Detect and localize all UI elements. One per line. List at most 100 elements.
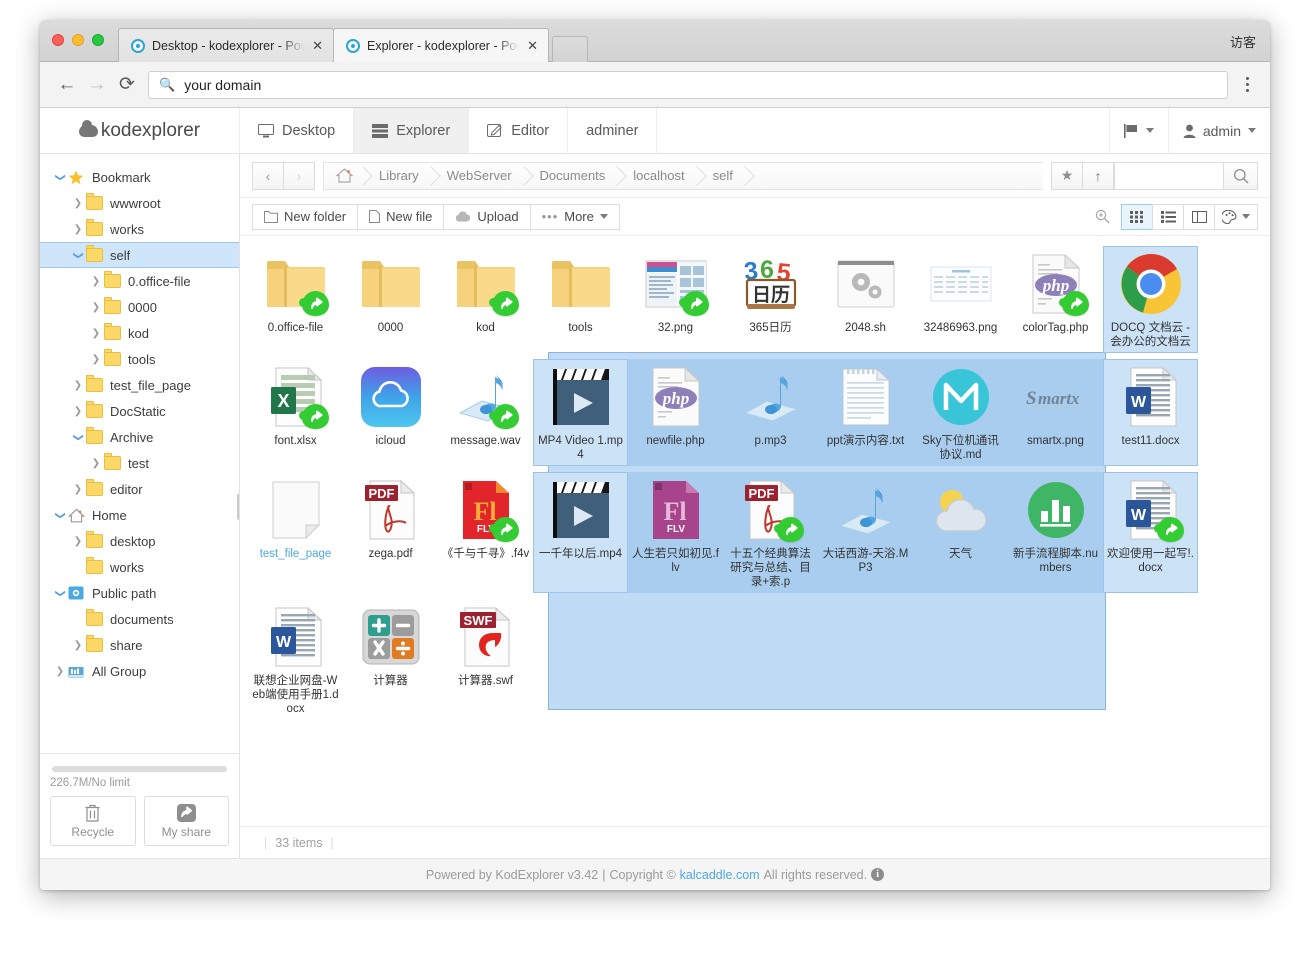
chevron-right-icon[interactable]: ❯ [70,484,86,495]
list-view-button[interactable] [1152,204,1184,230]
breadcrumb-home[interactable] [324,163,363,189]
chevron-down-icon[interactable]: ❯ [55,169,66,185]
file-item[interactable]: Sky下位机通讯协议.md [913,359,1008,466]
file-item[interactable]: p.mp3 [723,359,818,466]
browser-tab-explorer[interactable]: Explorer - kodexplorer - Power ✕ [333,28,549,62]
file-item[interactable]: PDFzega.pdf [343,472,438,593]
sidebar-tree-item-0000[interactable]: ❯0000 [40,294,239,320]
sidebar-tree-item-works[interactable]: ❯works [40,216,239,242]
upload-button[interactable]: Upload [443,204,530,230]
search-input[interactable] [1114,162,1224,190]
new-folder-button[interactable]: New folder [252,204,358,230]
footer-link[interactable]: kalcaddle.com [680,868,760,882]
file-item[interactable]: PDF十五个经典算法研究与总结、目录+索.p [723,472,818,593]
file-item[interactable]: 新手流程脚本.numbers [1008,472,1103,593]
tab-adminer[interactable]: adminer [568,108,657,153]
browser-tab-close-icon[interactable]: ✕ [527,39,538,52]
sidebar-tree-item-bookmark[interactable]: ❯Bookmark [40,164,239,190]
sidebar-tree-item-self[interactable]: ❯self [40,242,239,268]
zoom-icon[interactable] [1089,209,1115,224]
file-item[interactable]: FlFLV人生若只如初见.flv [628,472,723,593]
breadcrumb-item[interactable]: WebServer [431,163,524,189]
maximize-window-button[interactable] [92,34,104,46]
chevron-right-icon[interactable]: ❯ [70,224,86,235]
chevron-down-icon[interactable]: ❯ [55,585,66,601]
chevron-right-icon[interactable]: ❯ [70,640,86,651]
sidebar-scrollbar[interactable] [237,494,239,520]
sidebar-tree-item-test-file-page[interactable]: ❯test_file_page [40,372,239,398]
chevron-right-icon[interactable]: ❯ [70,536,86,547]
favorite-button[interactable]: ★ [1051,162,1083,190]
close-window-button[interactable] [52,34,64,46]
chevron-right-icon[interactable]: ❯ [70,380,86,391]
file-item[interactable]: 计算器 [343,599,438,720]
sidebar-tree-item-tools[interactable]: ❯tools [40,346,239,372]
browser-forward-button[interactable]: → [82,70,112,100]
file-grid-area[interactable]: 0.office-file0000kodtools32.png365日历365日… [240,236,1270,826]
chevron-right-icon[interactable]: ❯ [88,302,104,313]
sidebar-tree-item-kod[interactable]: ❯kod [40,320,239,346]
file-item[interactable]: phpcolorTag.php [1008,246,1103,353]
new-file-button[interactable]: New file [357,204,444,230]
chevron-down-icon[interactable]: ❯ [73,429,84,445]
address-bar[interactable]: 🔍 your domain [148,71,1228,99]
browser-tab-close-icon[interactable]: ✕ [312,39,323,52]
file-item[interactable]: FlFLV《千与千寻》.f4v [438,472,533,593]
more-button[interactable]: ••• More [530,204,620,230]
file-item[interactable]: Xfont.xlsx [248,359,343,466]
file-item[interactable]: Smartxsmartx.png [1008,359,1103,466]
file-item[interactable]: ppt演示内容.txt [818,359,913,466]
file-item[interactable]: 天气 [913,472,1008,593]
file-item[interactable]: W欢迎使用一起写!.docx [1103,472,1198,593]
nav-back-button[interactable]: ‹ [252,162,284,190]
info-icon[interactable]: i [871,868,884,881]
parent-folder-button[interactable]: ↑ [1082,162,1114,190]
file-item[interactable]: DOCQ 文档云 - 会办公的文档云 [1103,246,1198,353]
file-item[interactable]: W联想企业网盘-Web端使用手册1.docx [248,599,343,720]
user-menu[interactable]: admin [1168,108,1270,153]
chevron-right-icon[interactable]: ❯ [70,198,86,209]
file-item[interactable]: phpnewfile.php [628,359,723,466]
sidebar-tree-item-editor[interactable]: ❯editor [40,476,239,502]
chevron-right-icon[interactable]: ❯ [88,276,104,287]
sidebar-tree-item-0-office-file[interactable]: ❯0.office-file [40,268,239,294]
breadcrumb-item[interactable]: localhost [617,163,696,189]
file-item[interactable]: kod [438,246,533,353]
file-item[interactable]: 0.office-file [248,246,343,353]
nav-forward-button[interactable]: › [283,162,315,190]
file-item[interactable]: 365日历365日历 [723,246,818,353]
recycle-button[interactable]: Recycle [50,796,136,846]
sidebar-tree-item-test[interactable]: ❯test [40,450,239,476]
sidebar-tree-item-works[interactable]: works [40,554,239,580]
file-item[interactable]: message.wav [438,359,533,466]
browser-reload-button[interactable]: ⟳ [112,70,142,100]
sidebar-tree-item-docstatic[interactable]: ❯DocStatic [40,398,239,424]
new-tab-button[interactable] [552,36,588,62]
sidebar-tree-item-wwwroot[interactable]: ❯wwwroot [40,190,239,216]
file-item[interactable]: MP4 Video 1.mp4 [533,359,628,466]
tab-desktop[interactable]: Desktop [240,108,354,153]
chevron-down-icon[interactable]: ❯ [73,247,84,263]
my-share-button[interactable]: My share [144,796,230,846]
chevron-right-icon[interactable]: ❯ [88,328,104,339]
browser-tab-desktop[interactable]: Desktop - kodexplorer - Power ✕ [118,28,334,62]
file-item[interactable]: 2048.sh [818,246,913,353]
file-item[interactable]: 大话西游-天浴.MP3 [818,472,913,593]
chevron-down-icon[interactable]: ❯ [55,507,66,523]
browser-menu-button[interactable] [1236,77,1258,92]
file-item[interactable]: tools [533,246,628,353]
file-item[interactable]: SWF计算器.swf [438,599,533,720]
split-view-button[interactable] [1183,204,1215,230]
breadcrumb-item[interactable]: Documents [524,163,618,189]
app-logo[interactable]: kodexplorer [40,108,240,153]
sidebar-tree-item-home[interactable]: ❯Home [40,502,239,528]
chevron-right-icon[interactable]: ❯ [88,354,104,365]
theme-button[interactable] [1214,204,1258,230]
sidebar-tree-item-all-group[interactable]: ❯All Group [40,658,239,684]
sidebar-tree-item-public-path[interactable]: ❯Public path [40,580,239,606]
file-item[interactable]: Wtest11.docx [1103,359,1198,466]
file-item[interactable]: 32.png [628,246,723,353]
file-item[interactable]: icloud [343,359,438,466]
minimize-window-button[interactable] [72,34,84,46]
sidebar-tree-item-desktop[interactable]: ❯desktop [40,528,239,554]
